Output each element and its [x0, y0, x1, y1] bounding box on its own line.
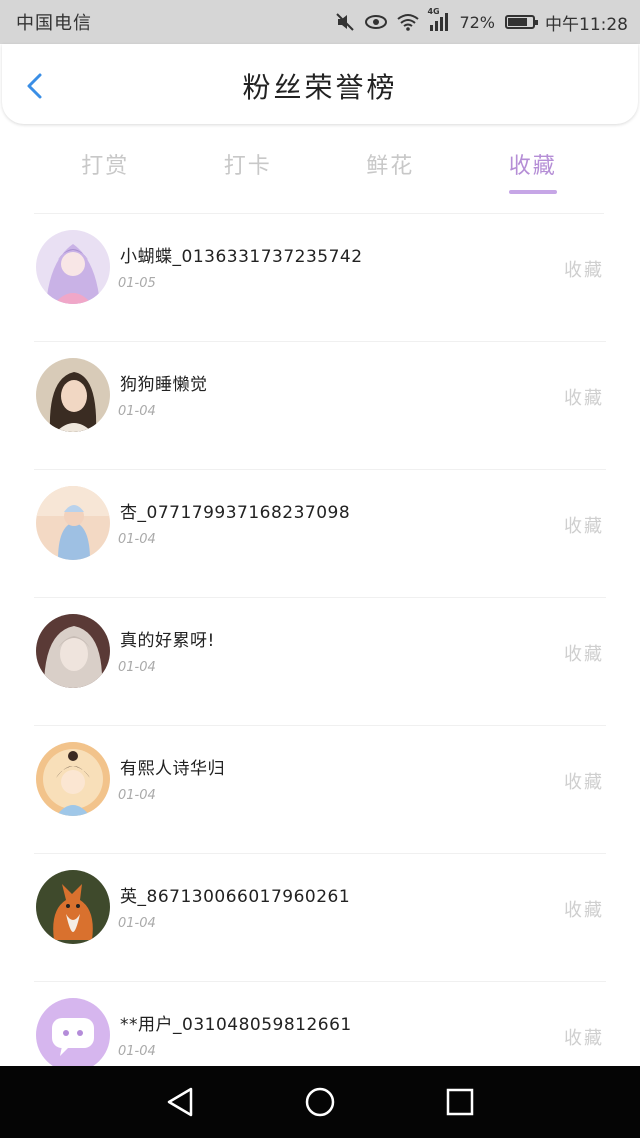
date: 01-04	[118, 404, 156, 419]
tab-label: 鲜花	[366, 154, 415, 179]
tab-label: 打卡	[223, 154, 272, 179]
tab-bar: 打赏 打卡 鲜花 收藏	[34, 140, 604, 196]
date: 01-04	[118, 788, 156, 803]
list-item[interactable]: 英_867130066017960261 01-04 收藏	[0, 854, 640, 982]
avatar	[36, 358, 110, 432]
username: 小蝴蝶_0136331737235742	[120, 247, 363, 267]
date: 01-04	[118, 660, 156, 675]
nav-home-button[interactable]	[302, 1084, 338, 1120]
username: 英_867130066017960261	[120, 887, 351, 907]
status-bar: 中国电信 4G 72% 中午11:28	[0, 0, 640, 44]
signal-icon: 4G	[427, 7, 449, 31]
username: 真的好累呀!	[120, 631, 215, 651]
nav-back-button[interactable]	[162, 1084, 198, 1120]
square-recents-icon	[446, 1088, 474, 1116]
status-icons: 4G 72% 中午11:28	[335, 7, 628, 35]
action-label: 收藏	[564, 900, 604, 921]
list-item[interactable]: 杏_077179937168237098 01-04 收藏	[0, 470, 640, 598]
avatar	[36, 742, 110, 816]
tab-label: 收藏	[508, 154, 557, 179]
action-label: 收藏	[564, 644, 604, 665]
action-label: 收藏	[564, 388, 604, 409]
action-label: 收藏	[564, 516, 604, 537]
list-item[interactable]: 狗狗睡懒觉 01-04 收藏	[0, 342, 640, 470]
list-item[interactable]: 小蝴蝶_0136331737235742 01-05 收藏	[0, 214, 640, 342]
eye-icon	[365, 14, 388, 30]
tab-label: 打赏	[81, 154, 130, 179]
username: 杏_077179937168237098	[120, 503, 351, 523]
avatar	[36, 998, 110, 1072]
mute-icon	[335, 12, 355, 32]
date: 01-04	[118, 916, 156, 931]
action-label: 收藏	[564, 772, 604, 793]
battery-percent: 72%	[459, 12, 495, 32]
page-title: 粉丝荣誉榜	[242, 71, 398, 104]
username: 有熙人诗华归	[120, 759, 225, 779]
avatar	[36, 486, 110, 560]
tab-checkin[interactable]: 打卡	[177, 140, 320, 196]
app-header: 粉丝荣誉榜	[2, 44, 638, 124]
triangle-back-icon	[167, 1087, 193, 1117]
avatar	[36, 870, 110, 944]
tab-favorites[interactable]: 收藏	[462, 140, 605, 196]
active-tab-indicator	[508, 190, 557, 194]
action-label: 收藏	[564, 1028, 604, 1049]
battery-icon	[505, 15, 538, 29]
network-type-label: 4G	[427, 7, 440, 16]
avatar	[36, 230, 110, 304]
wifi-icon	[397, 13, 420, 31]
list-item[interactable]: 有熙人诗华归 01-04 收藏	[0, 726, 640, 854]
tab-flowers[interactable]: 鲜花	[319, 140, 462, 196]
date: 01-05	[118, 276, 156, 291]
list-item[interactable]: 真的好累呀! 01-04 收藏	[0, 598, 640, 726]
username: **用户_031048059812661	[120, 1015, 352, 1035]
system-nav-bar	[0, 1066, 640, 1138]
clock: 中午11:28	[545, 14, 628, 35]
avatar	[36, 614, 110, 688]
action-label: 收藏	[564, 260, 604, 281]
fan-list: 小蝴蝶_0136331737235742 01-05 收藏 狗狗睡懒觉 01-0…	[0, 214, 640, 1110]
tab-reward[interactable]: 打赏	[34, 140, 177, 196]
nav-recents-button[interactable]	[442, 1084, 478, 1120]
username: 狗狗睡懒觉	[120, 375, 208, 395]
carrier-label: 中国电信	[16, 13, 92, 34]
date: 01-04	[118, 1044, 156, 1059]
circle-home-icon	[305, 1087, 335, 1117]
date: 01-04	[118, 532, 156, 547]
